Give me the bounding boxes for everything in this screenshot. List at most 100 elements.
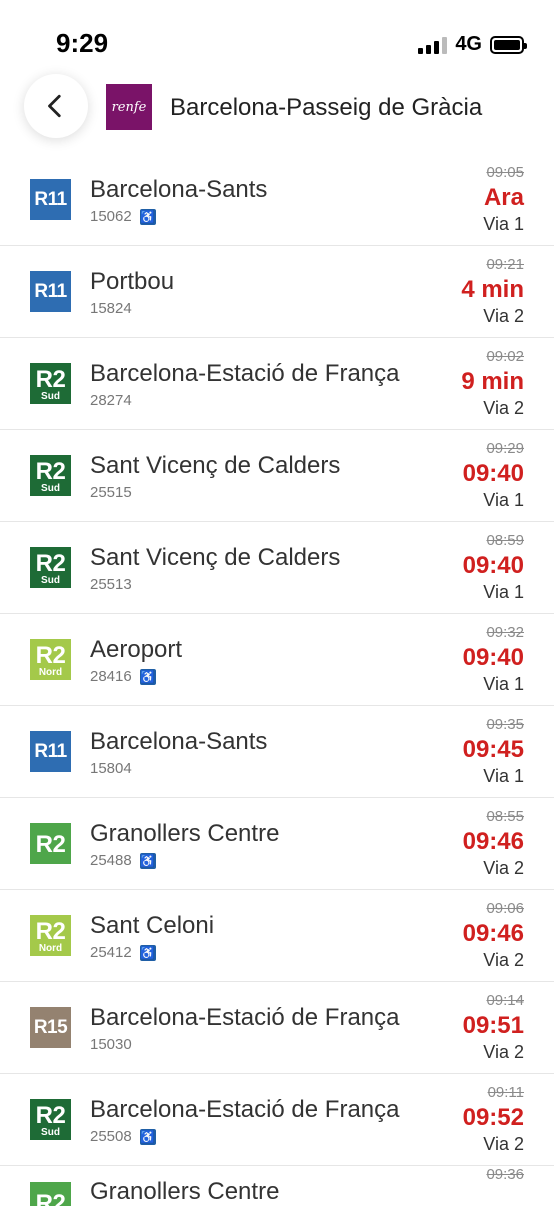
scheduled-time: 09:32 bbox=[486, 624, 524, 641]
line-badge: R15 bbox=[30, 1007, 71, 1048]
line-code: R11 bbox=[34, 282, 66, 301]
departure-row[interactable]: R2SudSant Vicenç de Calders2551308:5909:… bbox=[0, 522, 554, 614]
departure-row[interactable]: R11Portbou1582409:214 minVia 2 bbox=[0, 246, 554, 338]
realtime-departure: 09:40 bbox=[463, 644, 524, 672]
platform: Via 2 bbox=[483, 858, 524, 879]
header: renfe Barcelona-Passeig de Gràcia bbox=[0, 80, 554, 154]
destination: Barcelona-Estació de França bbox=[90, 1096, 400, 1124]
line-code: R2 bbox=[36, 920, 66, 944]
line-code: R11 bbox=[34, 742, 66, 761]
signal-icon bbox=[418, 36, 447, 54]
line-badge: R2Sud bbox=[30, 455, 71, 496]
train-number-label: 25412 bbox=[90, 944, 132, 961]
platform: Via 2 bbox=[483, 398, 524, 419]
line-code: R2 bbox=[36, 833, 66, 857]
departure-row[interactable]: R15 Barcelona-Estació de França 15030 09:14… bbox=[0, 982, 554, 1074]
platform: Via 1 bbox=[483, 766, 524, 787]
status-bar: 9:29 4G bbox=[0, 0, 554, 80]
destination: Barcelona-Sants bbox=[90, 728, 267, 756]
line-subcode: Nord bbox=[39, 668, 62, 678]
train-number: 15062♿ bbox=[90, 208, 156, 225]
destination: Sant Celoni bbox=[90, 912, 214, 940]
destination: Sant Vicenç de Calders bbox=[90, 452, 340, 480]
line-badge: R11 bbox=[30, 731, 71, 772]
scheduled-time: 09:36 bbox=[486, 1166, 524, 1183]
realtime-departure: 09:52 bbox=[463, 1104, 524, 1132]
platform: Via 2 bbox=[483, 1134, 524, 1155]
train-number: 25513 bbox=[90, 576, 132, 593]
status-time: 9:29 bbox=[56, 28, 108, 59]
destination: Granollers Centre bbox=[90, 1178, 279, 1206]
battery-icon bbox=[490, 36, 524, 54]
train-number: 15030 bbox=[90, 1036, 132, 1053]
departure-row[interactable]: R2SudBarcelona-Estació de França2827409:… bbox=[0, 338, 554, 430]
platform: Via 2 bbox=[483, 1042, 524, 1063]
platform: Via 1 bbox=[483, 490, 524, 511]
departure-row[interactable]: R2 Granollers Centre 09:36 bbox=[0, 1166, 554, 1206]
realtime-departure: 09:51 bbox=[463, 1012, 524, 1040]
destination: Portbou bbox=[90, 268, 174, 296]
scheduled-time: 09:14 bbox=[486, 992, 524, 1009]
train-number: 15824 bbox=[90, 300, 132, 317]
destination: Barcelona-Estació de França bbox=[90, 1004, 400, 1032]
line-badge: R2Nord bbox=[30, 639, 71, 680]
line-subcode: Sud bbox=[41, 392, 60, 402]
scheduled-time: 09:29 bbox=[486, 440, 524, 457]
train-number-label: 25515 bbox=[90, 484, 132, 501]
line-code: R11 bbox=[34, 190, 66, 209]
page-title: Barcelona-Passeig de Gràcia bbox=[170, 94, 504, 122]
line-code: R2 bbox=[36, 644, 66, 668]
train-number-label: 25488 bbox=[90, 852, 132, 869]
departure-row[interactable]: R2NordAeroport28416♿09:3209:40Via 1 bbox=[0, 614, 554, 706]
train-number-label: 25513 bbox=[90, 576, 132, 593]
train-number: 15804 bbox=[90, 760, 132, 777]
train-number-label: 25508 bbox=[90, 1128, 132, 1145]
status-indicators: 4G bbox=[418, 33, 524, 56]
line-badge: R11 bbox=[30, 179, 71, 220]
back-button[interactable] bbox=[24, 74, 88, 138]
platform: Via 2 bbox=[483, 306, 524, 327]
renfe-logo: renfe bbox=[106, 84, 152, 130]
departures-list: R11Barcelona-Sants15062♿09:05AraVia 1R11… bbox=[0, 154, 554, 1206]
train-number-label: 28274 bbox=[90, 392, 132, 409]
wheelchair-icon: ♿ bbox=[140, 209, 156, 225]
departure-row[interactable]: R11Barcelona-Sants15062♿09:05AraVia 1 bbox=[0, 154, 554, 246]
train-number-label: 15804 bbox=[90, 760, 132, 777]
departure-row[interactable]: R2Sud Sant Vicenç de Calders 25515 09:29 09:… bbox=[0, 430, 554, 522]
line-badge: R2 bbox=[30, 1182, 71, 1206]
train-number: 28274 bbox=[90, 392, 132, 409]
line-subcode: Sud bbox=[41, 484, 60, 494]
wheelchair-icon: ♿ bbox=[140, 1129, 156, 1145]
departure-row[interactable]: R11 Barcelona-Sants 15804 09:35 09:45Via 1 bbox=[0, 706, 554, 798]
realtime-departure: 09:40 bbox=[463, 552, 524, 580]
line-badge: R2 bbox=[30, 823, 71, 864]
line-subcode: Sud bbox=[41, 576, 60, 586]
platform: Via 1 bbox=[483, 214, 524, 235]
train-number: 25488♿ bbox=[90, 852, 156, 869]
destination: Granollers Centre bbox=[90, 820, 279, 848]
wheelchair-icon: ♿ bbox=[140, 945, 156, 961]
platform: Via 1 bbox=[483, 674, 524, 695]
realtime-departure: 09:45 bbox=[463, 736, 524, 764]
scheduled-time: 09:35 bbox=[486, 716, 524, 733]
train-number: 25412 ♿ bbox=[90, 944, 156, 961]
scheduled-time: 09:11 bbox=[488, 1084, 524, 1101]
line-code: R2 bbox=[36, 1192, 66, 1206]
line-subcode: Nord bbox=[39, 944, 62, 954]
scheduled-time: 08:55 bbox=[486, 808, 524, 825]
line-code: R2 bbox=[36, 1104, 66, 1128]
chevron-left-icon bbox=[43, 93, 69, 119]
departure-row[interactable]: R2NordSant Celoni25412♿09:0609:46Via 2 bbox=[0, 890, 554, 982]
departure-row[interactable]: R2Granollers Centre25488♿08:5509:46Via 2 bbox=[0, 798, 554, 890]
realtime-departure: 09:40 bbox=[463, 460, 524, 488]
train-number-label: 15824 bbox=[90, 300, 132, 317]
line-badge: R2Sud bbox=[30, 363, 71, 404]
realtime-departure: Ara bbox=[484, 184, 524, 212]
network-label: 4G bbox=[455, 33, 482, 56]
realtime-departure: 9 min bbox=[461, 368, 524, 396]
realtime-departure: 09:46 bbox=[463, 920, 524, 948]
scheduled-time: 09:02 bbox=[486, 348, 524, 365]
scheduled-time: 08:59 bbox=[486, 532, 524, 549]
wheelchair-icon: ♿ bbox=[140, 669, 156, 685]
departure-row[interactable]: R2SudBarcelona-Estació de França25508♿09… bbox=[0, 1074, 554, 1166]
